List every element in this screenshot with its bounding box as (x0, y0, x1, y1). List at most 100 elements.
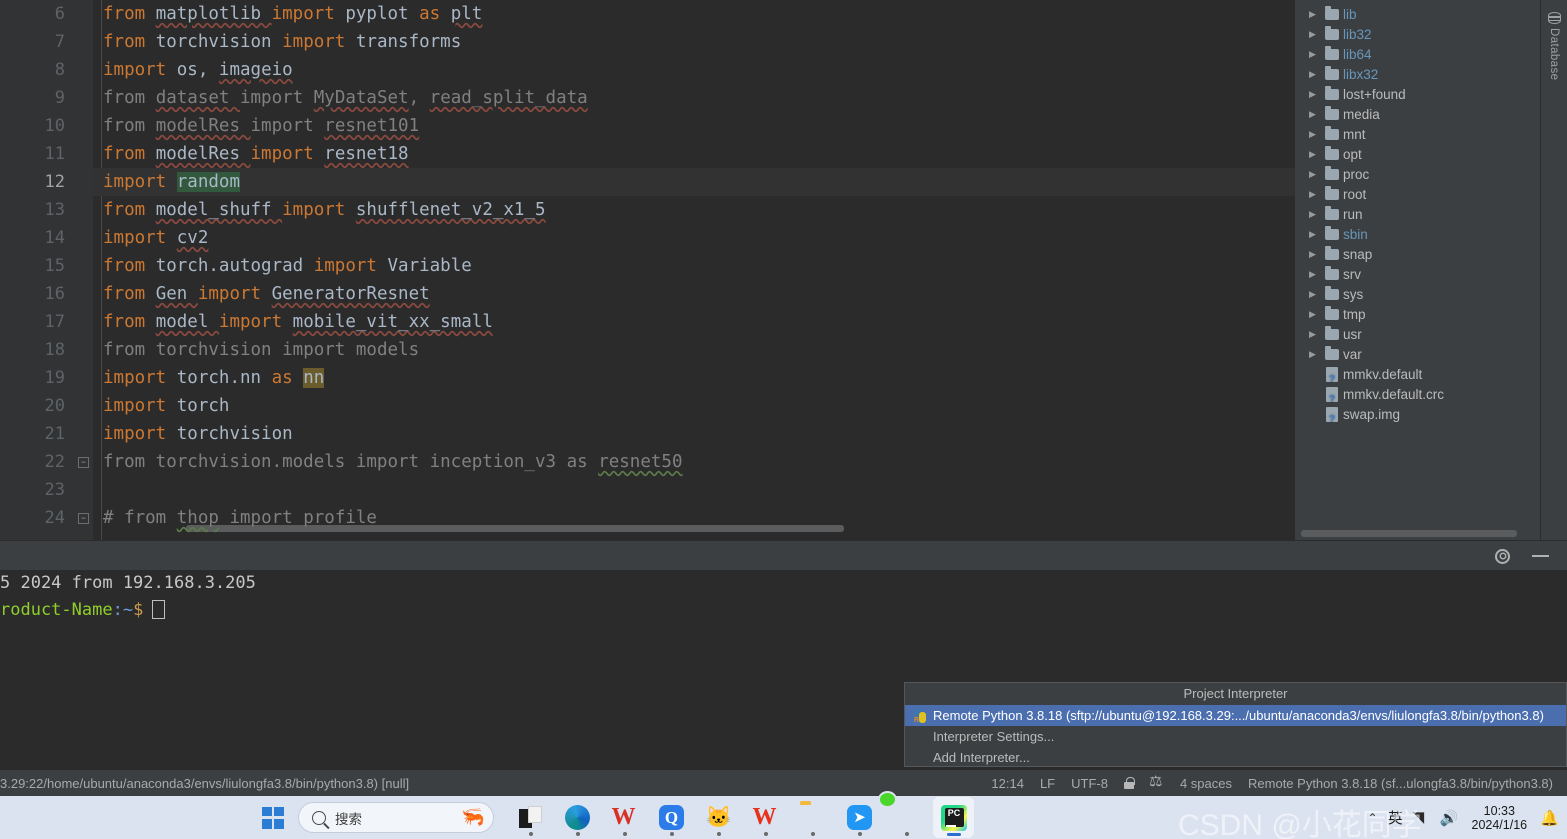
expand-arrow-icon[interactable]: ▶ (1309, 169, 1323, 180)
running-indicator (716, 832, 721, 836)
interpreter-status[interactable]: Remote Python 3.8.18 (sf...ulongfa3.8/bi… (1248, 776, 1553, 791)
expand-arrow-icon[interactable]: ▶ (1309, 289, 1323, 300)
expand-arrow-icon[interactable]: ▶ (1309, 9, 1323, 20)
code-fold-column[interactable]: − − (75, 0, 93, 540)
tree-row[interactable]: ▶mmkv.default.crc (1295, 384, 1540, 405)
expand-arrow-icon[interactable]: ▶ (1309, 129, 1323, 140)
inspection-icon[interactable] (1149, 772, 1164, 790)
expand-arrow-icon[interactable]: ▶ (1309, 249, 1323, 260)
expand-arrow-icon[interactable]: ▶ (1309, 89, 1323, 100)
code-token: resnet101 (324, 116, 420, 136)
expand-arrow-icon[interactable]: ▶ (1309, 229, 1323, 240)
tree-row[interactable]: ▶ tmp (1295, 304, 1540, 324)
tree-item-label: usr (1343, 326, 1362, 342)
tree-row[interactable]: ▶ proc (1295, 164, 1540, 184)
file-icon (1323, 367, 1343, 385)
tree-row[interactable]: ▶ srv (1295, 264, 1540, 284)
folder-icon (1323, 226, 1343, 241)
tree-row[interactable]: ▶ lost+found (1295, 84, 1540, 104)
right-tool-window-bar[interactable]: Database (1540, 0, 1567, 540)
tree-row[interactable]: ▶ root (1295, 184, 1540, 204)
tree-row[interactable]: ▶mmkv.default (1295, 364, 1540, 385)
interpreter-menu-item[interactable]: Interpreter Settings... (905, 726, 1566, 747)
fold-minus-icon[interactable]: − (78, 513, 89, 524)
taskbar-app-pycharm[interactable]: PC (933, 797, 974, 838)
tree-item-label: sbin (1343, 226, 1368, 242)
taskbar-app-wechat[interactable] (886, 797, 927, 838)
code-token: as (419, 4, 451, 24)
tree-row[interactable]: ▶ lib (1295, 4, 1540, 24)
tree-row[interactable]: ▶ lib32 (1295, 24, 1540, 44)
code-token: random (176, 172, 240, 192)
expand-arrow-icon[interactable]: ▶ (1309, 309, 1323, 320)
expand-arrow-icon[interactable]: ▶ (1309, 69, 1323, 80)
fold-minus-icon[interactable]: − (78, 457, 89, 468)
start-button[interactable] (262, 806, 284, 829)
tree-row[interactable]: ▶ sys (1295, 284, 1540, 304)
wifi-icon[interactable] (1413, 811, 1430, 825)
tree-row[interactable]: ▶ sbin (1295, 224, 1540, 244)
folder-icon (1323, 346, 1343, 361)
volume-icon[interactable]: 🔊 (1440, 809, 1459, 827)
taskbar-search-box[interactable]: 搜索 🦐 (298, 802, 494, 833)
tree-row[interactable]: ▶swap.img (1295, 404, 1540, 425)
tree-item-label: swap.img (1343, 406, 1401, 422)
tree-row[interactable]: ▶ lib64 (1295, 44, 1540, 64)
taskbar-app-microsoft-edge[interactable] (557, 797, 598, 838)
expand-arrow-icon[interactable]: ▶ (1309, 209, 1323, 220)
minimize-icon[interactable] (1532, 555, 1549, 557)
code-token: import (218, 312, 293, 332)
line-number: 7 (54, 32, 65, 52)
file-encoding[interactable]: UTF-8 (1071, 776, 1108, 791)
taskbar-app-folder-app[interactable] (792, 797, 833, 838)
terminal-panel-header[interactable] (0, 540, 1567, 570)
code-token: import (103, 396, 177, 416)
tree-row[interactable]: ▶ libx32 (1295, 64, 1540, 84)
running-indicator (622, 832, 627, 836)
line-number: 22 (44, 452, 65, 472)
taskbar-app-cat-app[interactable]: 🐱 (698, 797, 739, 838)
tree-row[interactable]: ▶ media (1295, 104, 1540, 124)
expand-arrow-icon[interactable]: ▶ (1309, 269, 1323, 280)
taskbar-app-wps-office[interactable]: W (745, 797, 786, 838)
tree-row[interactable]: ▶ opt (1295, 144, 1540, 164)
expand-arrow-icon[interactable]: ▶ (1309, 109, 1323, 120)
line-number-gutter: 6 7 8 9 10 11 12 13 14 15 16 17 18 19 20 21 22 23 24 (0, 0, 75, 540)
gear-icon[interactable] (1495, 548, 1510, 564)
indent-setting[interactable]: 4 spaces (1180, 776, 1232, 791)
expand-arrow-icon[interactable]: ▶ (1309, 349, 1323, 360)
taskbar-app-wps-writer[interactable]: W (604, 797, 645, 838)
code-token: torch (176, 396, 230, 416)
tree-horizontal-scrollbar[interactable] (1301, 530, 1517, 537)
taskbar-clock[interactable]: 10:33 2024/1/16 (1468, 804, 1530, 832)
interpreter-menu-item[interactable]: Add Interpreter... (905, 747, 1566, 768)
caret-position[interactable]: 12:14 (991, 776, 1024, 791)
expand-arrow-icon[interactable]: ▶ (1309, 189, 1323, 200)
project-interpreter-popup[interactable]: Project Interpreter R Remote Python 3.8.1… (904, 682, 1567, 767)
database-tool-tab[interactable]: Database (1541, 8, 1567, 80)
tree-row[interactable]: ▶ mnt (1295, 124, 1540, 144)
expand-arrow-icon[interactable]: ▶ (1309, 149, 1323, 160)
pycharm-window: 6 7 8 9 10 11 12 13 14 15 16 17 18 19 20 21 22 23 24 − − fr… (0, 0, 1567, 839)
show-hidden-icons-chevron[interactable]: ⌃ (1368, 811, 1378, 825)
expand-arrow-icon[interactable]: ▶ (1309, 329, 1323, 340)
interpreter-menu-item[interactable]: R Remote Python 3.8.18 (sftp://ubuntu@192… (905, 705, 1566, 726)
line-separator[interactable]: LF (1040, 776, 1055, 791)
code-token: from (103, 340, 156, 360)
tree-row[interactable]: ▶ var (1295, 344, 1540, 364)
taskbar-app-blue-app[interactable]: ➤ (839, 797, 880, 838)
tree-row[interactable]: ▶ usr (1295, 324, 1540, 344)
terminal-prompt-line: roduct-Name:~$ (0, 597, 1567, 624)
tree-row[interactable]: ▶ run (1295, 204, 1540, 224)
project-file-tree[interactable]: ▶ lib ▶ lib32 ▶ lib64 ▶ libx32 ▶ lost+found ▶ media… (1295, 0, 1540, 540)
taskbar-app-qq-browser[interactable]: Q (651, 797, 692, 838)
lock-icon[interactable] (1123, 777, 1136, 789)
running-indicator (575, 832, 580, 836)
ime-indicator[interactable]: 英 (1388, 807, 1403, 828)
taskbar-app-file-explorer[interactable] (510, 797, 551, 838)
notification-bell-icon[interactable]: 🔔 (1540, 809, 1559, 827)
code-token: import profile (218, 508, 377, 528)
expand-arrow-icon[interactable]: ▶ (1309, 29, 1323, 40)
expand-arrow-icon[interactable]: ▶ (1309, 49, 1323, 60)
tree-row[interactable]: ▶ snap (1295, 244, 1540, 264)
